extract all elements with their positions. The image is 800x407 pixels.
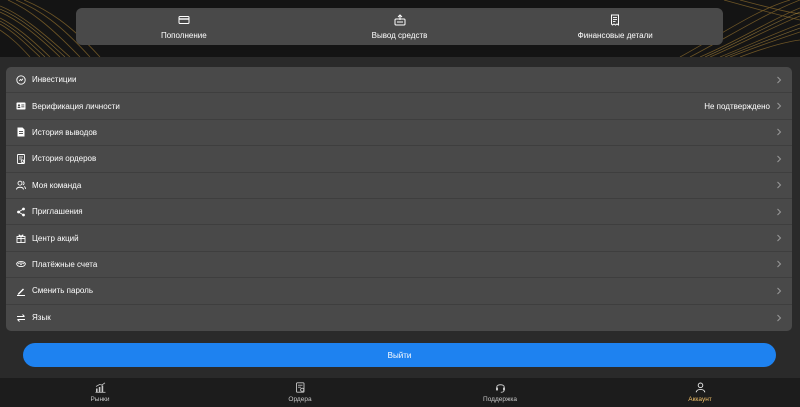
user-icon [695, 382, 705, 393]
chevron-right-icon [777, 102, 782, 110]
headset-icon [495, 384, 505, 393]
menu-item-language[interactable]: Язык [6, 305, 792, 331]
menu-item-payment-accounts[interactable]: Платёжные счета [6, 252, 792, 279]
financial-details-button[interactable]: Финансовые детали [507, 8, 723, 45]
menu-item-label: Центр акций [32, 233, 79, 243]
deposit-button[interactable]: Пополнение [76, 8, 292, 45]
id-card-icon [16, 102, 26, 110]
nav-item-label: Аккаунт [688, 396, 712, 403]
menu-item-promotions-center[interactable]: Центр акций [6, 225, 792, 252]
logout-label: Выйти [387, 350, 412, 360]
share-icon [17, 207, 25, 217]
menu-item-label: Сменить пароль [32, 286, 94, 296]
swap-icon [17, 313, 25, 322]
financial-details-label: Финансовые детали [577, 30, 653, 40]
nav-item-markets[interactable]: Рынки [0, 378, 200, 407]
investment-icon [16, 75, 26, 85]
menu-item-label: Платёжные счета [32, 259, 98, 269]
menu-item-label: Верификация личности [32, 101, 120, 111]
menu-item-invitations[interactable]: Приглашения [6, 199, 792, 226]
nav-item-account[interactable]: Аккаунт [600, 378, 800, 407]
gift-icon [16, 234, 26, 243]
logout-button[interactable]: Выйти [23, 343, 776, 367]
chevron-right-icon [777, 314, 782, 322]
withdraw-button[interactable]: Вывод средств [292, 8, 508, 45]
chevron-right-icon [777, 261, 782, 268]
orders-icon [295, 382, 304, 393]
menu-item-change-password[interactable]: Сменить пароль [6, 278, 792, 305]
card-icon [178, 15, 190, 24]
menu-item-label: Приглашения [32, 207, 83, 217]
menu-item-label: Моя команда [32, 180, 82, 190]
account-menu: Инвестиции Верификация личности Не подтв… [6, 67, 792, 331]
receipt-icon [611, 14, 620, 26]
chart-bars-icon [95, 382, 105, 393]
chevron-right-icon [777, 287, 782, 295]
team-icon [16, 181, 26, 190]
menu-item-label: Язык [32, 313, 51, 323]
verification-status: Не подтверждено [704, 101, 770, 111]
menu-item-label: Инвестиции [32, 75, 77, 85]
menu-item-investments[interactable]: Инвестиции [6, 67, 792, 94]
payment-accounts-icon [16, 261, 26, 268]
nav-item-label: Ордера [288, 396, 312, 403]
menu-item-withdrawal-history[interactable]: История выводов [6, 120, 792, 147]
menu-item-label: История выводов [32, 127, 98, 137]
quick-actions-bar: Пополнение Вывод средств Финансовые дета… [76, 8, 723, 45]
nav-item-label: Рынки [90, 396, 110, 403]
withdraw-history-icon [17, 127, 25, 137]
bottom-navigation: Рынки Ордера Поддержка Аккаунт [0, 378, 800, 407]
menu-item-order-history[interactable]: История ордеров [6, 146, 792, 173]
chevron-right-icon [777, 234, 782, 242]
chevron-right-icon [777, 181, 782, 189]
order-history-icon [17, 153, 25, 164]
withdraw-icon [394, 13, 405, 25]
menu-item-identity-verification[interactable]: Верификация личности Не подтверждено [6, 93, 792, 120]
withdraw-label: Вывод средств [371, 30, 428, 40]
pen-icon [17, 288, 25, 296]
menu-item-my-team[interactable]: Моя команда [6, 173, 792, 199]
deposit-label: Пополнение [160, 30, 207, 40]
nav-item-orders[interactable]: Ордера [200, 378, 400, 407]
chevron-right-icon [777, 76, 782, 84]
chevron-right-icon [777, 155, 782, 163]
chevron-right-icon [777, 129, 782, 136]
menu-item-label: История ордеров [32, 154, 97, 164]
nav-item-support[interactable]: Поддержка [400, 378, 600, 407]
chevron-right-icon [777, 208, 782, 215]
nav-item-label: Поддержка [483, 396, 517, 403]
